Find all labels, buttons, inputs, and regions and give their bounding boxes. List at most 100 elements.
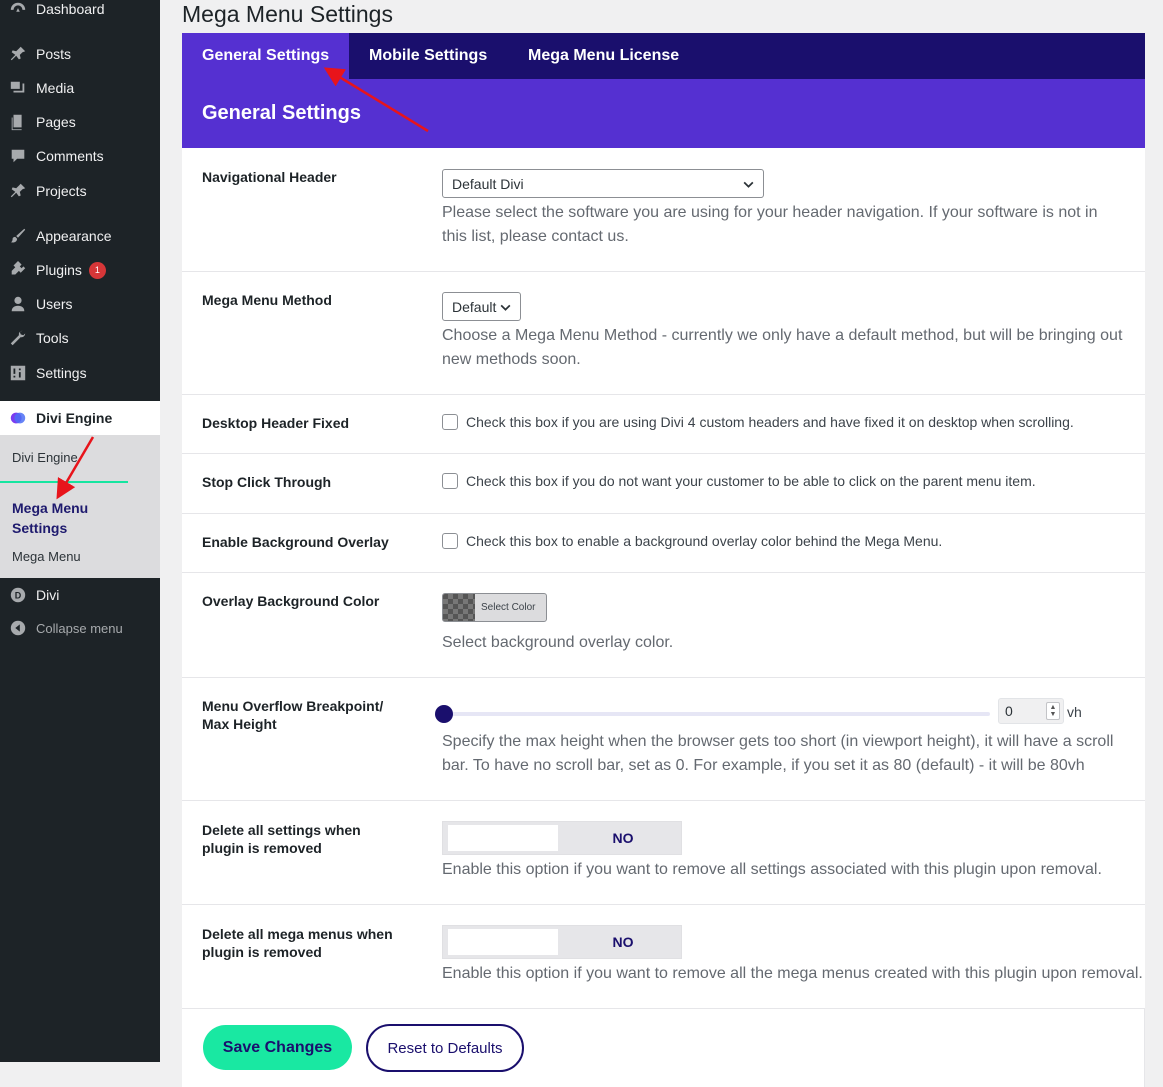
setting-description: Specify the max height when the browser … <box>442 733 1114 774</box>
chevron-down-icon <box>500 304 511 311</box>
setting-row-stop-click: Stop Click Through Check this box if you… <box>182 454 1145 514</box>
chevron-down-icon <box>743 181 754 188</box>
save-changes-button[interactable]: Save Changes <box>203 1025 352 1070</box>
comment-icon <box>0 147 36 165</box>
select-value: Default Divi <box>452 175 524 192</box>
number-value: 0 <box>1005 703 1013 719</box>
footer-actions: Save Changes Reset to Defaults <box>182 1008 1145 1087</box>
desktop-fixed-checkbox[interactable]: Check this box if you are using Divi 4 c… <box>442 414 1074 430</box>
setting-label: Menu Overflow Breakpoint/ Max Height <box>202 698 384 732</box>
sidebar-item-divi[interactable]: D Divi <box>0 578 160 612</box>
setting-description: Select background overlay color. <box>442 634 674 651</box>
setting-label: Desktop Header Fixed <box>202 415 350 431</box>
sidebar-item-posts[interactable]: Posts <box>0 37 160 71</box>
admin-sidebar: Dashboard Posts Media Pages Comments Pro… <box>0 0 160 1062</box>
sidebar-item-appearance[interactable]: Appearance <box>0 219 160 253</box>
setting-row-overflow: Menu Overflow Breakpoint/ Max Height 0 ▲… <box>182 678 1145 801</box>
setting-label: Delete all settings when plugin is remov… <box>202 822 361 856</box>
submenu-item-mega-menu[interactable]: Mega Menu <box>12 549 81 564</box>
overflow-number-input[interactable]: 0 ▲ ▼ <box>998 698 1064 724</box>
delete-menus-toggle[interactable]: NO <box>442 925 682 959</box>
color-swatch <box>443 594 475 621</box>
sidebar-item-label: Projects <box>36 183 87 199</box>
setting-label: Mega Menu Method <box>202 292 332 308</box>
sidebar-item-label: Dashboard <box>36 1 105 17</box>
stop-click-checkbox[interactable]: Check this box if you do not want your c… <box>442 473 1036 489</box>
spinner-icon[interactable]: ▲ ▼ <box>1046 702 1060 720</box>
collapse-menu-button[interactable]: Collapse menu <box>0 611 160 645</box>
bg-overlay-checkbox[interactable]: Check this box to enable a background ov… <box>442 533 942 549</box>
delete-settings-toggle[interactable]: NO <box>442 821 682 855</box>
setting-description: Enable this option if you want to remove… <box>442 861 1102 878</box>
media-icon <box>0 79 36 97</box>
sidebar-item-media[interactable]: Media <box>0 71 160 105</box>
sidebar-item-plugins[interactable]: Plugins 1 <box>0 253 160 287</box>
sidebar-item-projects[interactable]: Projects <box>0 174 160 208</box>
page-title: Mega Menu Settings <box>182 1 393 27</box>
sidebar-item-tools[interactable]: Tools <box>0 321 160 355</box>
setting-label: Delete all mega menus when plugin is rem… <box>202 926 393 960</box>
collapse-icon <box>0 619 36 637</box>
plug-icon <box>0 261 36 279</box>
sidebar-item-label: Tools <box>36 330 69 346</box>
submenu-item-mega-menu-settings[interactable]: Mega Menu Settings <box>12 498 112 538</box>
tab-general-settings[interactable]: General Settings <box>182 33 350 79</box>
toggle-knob <box>448 929 558 955</box>
select-color-button[interactable]: Select Color <box>442 593 547 622</box>
sidebar-item-pages[interactable]: Pages <box>0 105 160 139</box>
setting-row-overlay-color: Overlay Background Color Select Color Se… <box>182 573 1145 678</box>
method-select[interactable]: Default <box>442 292 521 321</box>
toggle-knob <box>448 825 558 851</box>
sidebar-item-label: Plugins <box>36 262 82 278</box>
sliders-icon <box>0 364 36 382</box>
reset-defaults-button[interactable]: Reset to Defaults <box>366 1024 524 1072</box>
sidebar-item-comments[interactable]: Comments <box>0 139 160 173</box>
overflow-slider[interactable] <box>435 705 990 723</box>
sidebar-item-divi-engine[interactable]: Divi Engine <box>0 401 160 435</box>
slider-thumb[interactable] <box>435 705 453 723</box>
setting-row-delete-settings: Delete all settings when plugin is remov… <box>182 801 1145 905</box>
sidebar-item-label: Comments <box>36 148 104 164</box>
sidebar-item-label: Divi <box>36 587 60 603</box>
sidebar-item-dashboard[interactable]: Dashboard <box>0 0 160 26</box>
tab-mega-menu-license[interactable]: Mega Menu License <box>508 33 699 79</box>
pages-icon <box>0 113 36 131</box>
svg-text:D: D <box>15 591 22 601</box>
setting-row-desktop-fixed: Desktop Header Fixed Check this box if y… <box>182 395 1145 454</box>
nav-header-select[interactable]: Default Divi <box>442 169 764 198</box>
setting-row-delete-menus: Delete all mega menus when plugin is rem… <box>182 905 1145 1008</box>
checkbox-box[interactable] <box>442 414 458 430</box>
select-color-label: Select Color <box>481 602 536 613</box>
setting-label: Navigational Header <box>202 169 337 185</box>
divi-icon: D <box>0 586 36 604</box>
submenu-item-divi-engine[interactable]: Divi Engine <box>12 450 78 465</box>
sidebar-item-label: Appearance <box>36 228 112 244</box>
sidebar-item-label: Media <box>36 80 75 96</box>
sidebar-item-settings[interactable]: Settings <box>0 356 160 390</box>
sidebar-item-users[interactable]: Users <box>0 287 160 321</box>
checkbox-text: Check this box if you do not want your c… <box>466 473 1036 489</box>
setting-row-method: Mega Menu Method Default Choose a Mega M… <box>182 272 1145 395</box>
tab-mobile-settings[interactable]: Mobile Settings <box>349 33 507 79</box>
checkbox-text: Check this box to enable a background ov… <box>466 533 943 549</box>
checkbox-box[interactable] <box>442 533 458 549</box>
sidebar-item-label: Settings <box>36 365 87 381</box>
toggle-state-label: NO <box>612 934 634 950</box>
setting-description: Please select the software you are using… <box>442 204 1098 245</box>
pin-icon <box>0 45 36 63</box>
sidebar-item-label: Pages <box>36 114 76 130</box>
sidebar-item-label: Users <box>36 296 73 312</box>
setting-label: Overlay Background Color <box>202 593 380 609</box>
update-count-badge: 1 <box>88 261 106 279</box>
setting-row-nav-header: Navigational Header Default Divi Please … <box>182 148 1145 272</box>
settings-panel: General Settings Mobile Settings Mega Me… <box>182 33 1145 1087</box>
setting-label: Stop Click Through <box>202 474 332 490</box>
setting-row-bg-overlay: Enable Background Overlay Check this box… <box>182 514 1145 573</box>
setting-description: Choose a Mega Menu Method - currently we… <box>442 327 1123 368</box>
select-value: Default <box>452 298 497 315</box>
brush-icon <box>0 227 36 245</box>
toggle-state-label: NO <box>612 830 634 846</box>
section-title: General Settings <box>182 79 1145 148</box>
sidebar-item-label: Posts <box>36 46 72 62</box>
checkbox-box[interactable] <box>442 473 458 489</box>
